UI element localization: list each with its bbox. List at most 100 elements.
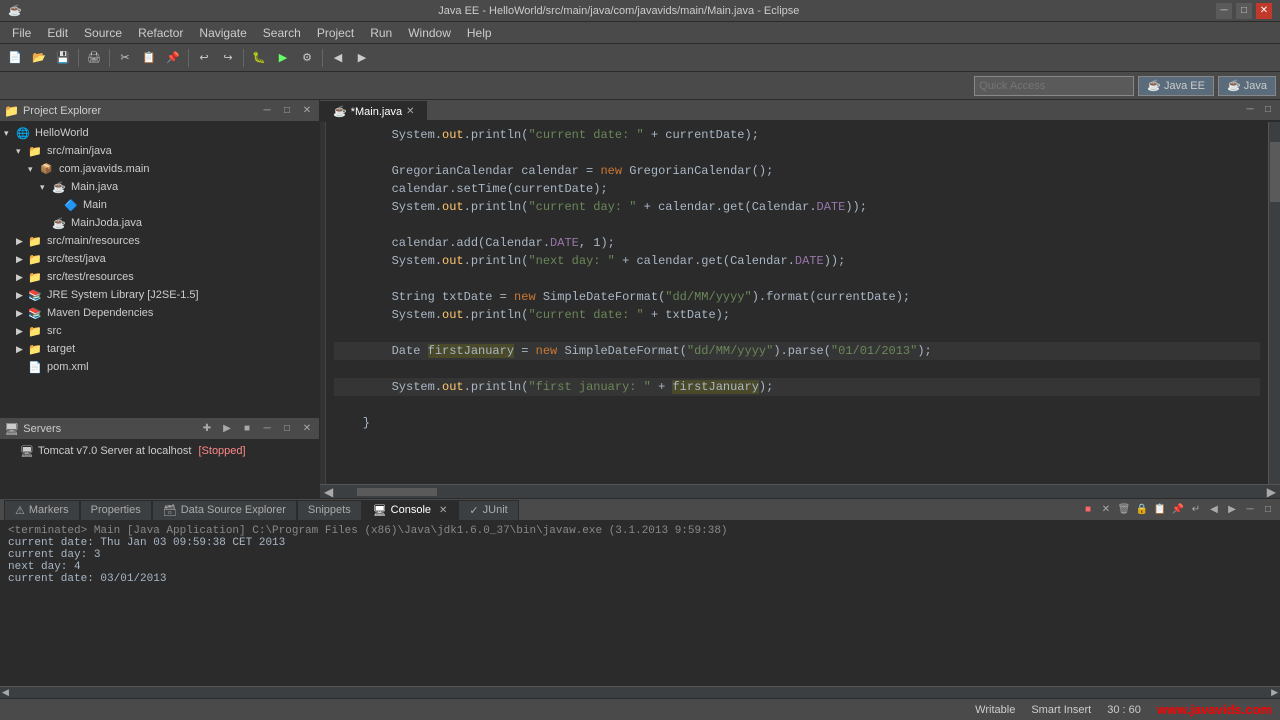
console-new[interactable]: 📋 [1152,502,1168,518]
hscroll-track[interactable] [337,488,1263,496]
tree-mainjava[interactable]: ▾ ☕ Main.java [0,178,319,196]
tree-target[interactable]: ▶ 📁 target [0,340,319,358]
console-scroll-lock[interactable]: 🔒 [1134,502,1150,518]
console-clear[interactable]: 🗑 [1116,502,1132,518]
tree-mainjodajava[interactable]: ☕ MainJoda.java [0,214,319,232]
toolbar-run2[interactable]: ⚙ [296,47,318,69]
console-hscrollbar[interactable]: ◀ ▶ [0,686,1280,698]
tree-src-test-java[interactable]: ▶ 📁 src/test/java [0,250,319,268]
code-content[interactable]: System.out.println("current date: " + cu… [326,122,1268,484]
tree-jre[interactable]: ▶ 📚 JRE System Library [J2SE-1.5] [0,286,319,304]
minimize-button[interactable]: ─ [1216,3,1232,19]
tab-icon: ☕ [333,105,347,118]
console-hscroll-right[interactable]: ▶ [1271,687,1278,698]
project-explorer-title: Project Explorer [23,105,255,117]
console-minimize[interactable]: ─ [1242,502,1258,518]
toolbar-copy[interactable]: 📋 [138,47,160,69]
toolbar-next[interactable]: ▶ [351,47,373,69]
toolbar-undo[interactable]: ↩ [193,47,215,69]
servers-start[interactable]: ▶ [219,421,235,437]
java-perspective-btn[interactable]: ☕ Java [1218,76,1276,96]
servers-stop[interactable]: ■ [239,421,255,437]
snippets-label: Snippets [308,504,351,516]
console-pin[interactable]: 📌 [1170,502,1186,518]
status-right: Writable Smart Insert 30 : 60 www.javavi… [975,702,1272,717]
hscroll-thumb[interactable] [357,488,437,496]
tree-helloworld[interactable]: ▾ 🌐 HelloWorld [0,124,319,142]
editor-area: ☕ *Main.java ✕ ─ □ System.out.println("c… [320,100,1280,498]
servers-minimize[interactable]: ─ [259,421,275,437]
project-explorer-maximize[interactable]: □ [279,103,295,119]
menu-run[interactable]: Run [362,24,400,42]
tab-junit[interactable]: ✓ JUnit [458,500,518,520]
tab-markers[interactable]: ⚠ Markers [4,500,80,520]
menu-edit[interactable]: Edit [39,24,76,42]
tree-src[interactable]: ▶ 📁 src [0,322,319,340]
toolbar-open[interactable]: 📂 [28,47,50,69]
toolbar-paste[interactable]: 📌 [162,47,184,69]
tomcat-server-item[interactable]: 🖥 Tomcat v7.0 Server at localhost [Stopp… [0,442,319,460]
editor-maximize[interactable]: □ [1260,102,1276,118]
console-hscroll-left[interactable]: ◀ [2,687,9,698]
console-word-wrap[interactable]: ↵ [1188,502,1204,518]
menu-project[interactable]: Project [309,24,362,42]
console-maximize[interactable]: □ [1260,502,1276,518]
console-content[interactable]: <terminated> Main [Java Application] C:\… [0,521,1280,686]
title-controls[interactable]: ─ □ ✕ [1216,3,1272,19]
quick-access-input[interactable] [974,76,1134,96]
console-tab-close[interactable]: ✕ [439,505,447,516]
hscroll-left[interactable]: ◀ [324,485,333,499]
console-next[interactable]: ▶ [1224,502,1240,518]
console-hscroll-track[interactable] [11,690,1269,696]
tree-src-main-java[interactable]: ▾ 📁 src/main/java [0,142,319,160]
project-explorer-close[interactable]: ✕ [299,103,315,119]
tab-properties[interactable]: Properties [80,500,152,520]
toolbar-save[interactable]: 💾 [52,47,74,69]
menu-source[interactable]: Source [76,24,130,42]
console-prev[interactable]: ◀ [1206,502,1222,518]
console-terminate[interactable]: ■ [1080,502,1096,518]
tab-close[interactable]: ✕ [406,106,414,117]
servers-tree[interactable]: 🖥 Tomcat v7.0 Server at localhost [Stopp… [0,440,319,498]
menu-window[interactable]: Window [400,24,459,42]
maximize-button[interactable]: □ [1236,3,1252,19]
tree-src-main-resources[interactable]: ▶ 📁 src/main/resources [0,232,319,250]
menu-file[interactable]: File [4,24,39,42]
tree-pom[interactable]: 📄 pom.xml [0,358,319,376]
toolbar-new[interactable]: 📄 [4,47,26,69]
toolbar-prev[interactable]: ◀ [327,47,349,69]
toolbar-print[interactable]: 🖨 [83,47,105,69]
main-java-tab[interactable]: ☕ *Main.java ✕ [320,101,427,121]
servers-maximize[interactable]: □ [279,421,295,437]
menu-help[interactable]: Help [459,24,500,42]
java-ee-perspective-btn[interactable]: ☕ Java EE [1138,76,1214,96]
menu-search[interactable]: Search [255,24,309,42]
hscroll-right[interactable]: ▶ [1267,485,1276,499]
project-tree[interactable]: ▾ 🌐 HelloWorld ▾ 📁 src/main/java ▾ 📦 [0,122,319,417]
tab-datasource[interactable]: 🗃 Data Source Explorer [152,500,297,520]
menu-navigate[interactable]: Navigate [191,24,254,42]
quick-access-bar: ☕ Java EE ☕ Java [0,72,1280,100]
code-editor[interactable]: System.out.println("current date: " + cu… [320,122,1280,484]
project-explorer-minimize[interactable]: ─ [259,103,275,119]
editor-vscrollbar-thumb[interactable] [1270,142,1280,202]
tree-src-test-resources[interactable]: ▶ 📁 src/test/resources [0,268,319,286]
toolbar-cut[interactable]: ✂ [114,47,136,69]
editor-hscrollbar[interactable]: ◀ ▶ [320,484,1280,498]
servers-new[interactable]: ✚ [199,421,215,437]
toolbar-run[interactable]: ▶ [272,47,294,69]
console-close-stream[interactable]: ✕ [1098,502,1114,518]
tree-maven[interactable]: ▶ 📚 Maven Dependencies [0,304,319,322]
tab-console[interactable]: 🖥 Console ✕ [362,500,459,520]
toolbar-redo[interactable]: ↪ [217,47,239,69]
tree-package[interactable]: ▾ 📦 com.javavids.main [0,160,319,178]
editor-minimize[interactable]: ─ [1242,102,1258,118]
toolbar-debug[interactable]: 🐛 [248,47,270,69]
tab-snippets[interactable]: Snippets [297,500,362,520]
tree-main-class[interactable]: 🔷 Main [0,196,319,214]
editor-vscrollbar[interactable] [1268,122,1280,484]
console-action-btns: ■ ✕ 🗑 🔒 📋 📌 ↵ ◀ ▶ ─ □ [1080,502,1276,518]
close-button[interactable]: ✕ [1256,3,1272,19]
servers-close[interactable]: ✕ [299,421,315,437]
menu-refactor[interactable]: Refactor [130,24,191,42]
